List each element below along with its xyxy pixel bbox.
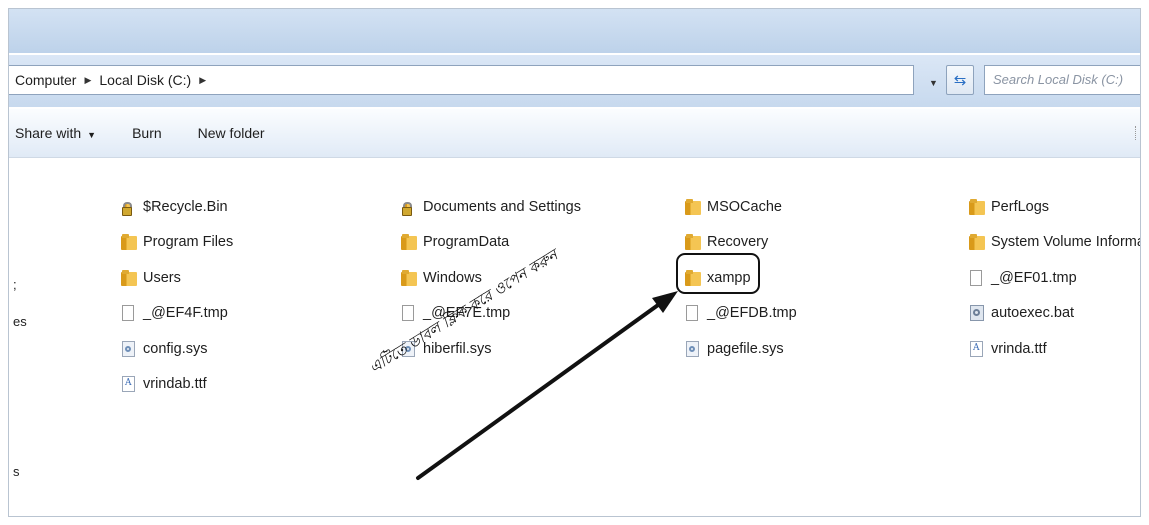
system-file-icon	[121, 340, 137, 357]
item-label: PerfLogs	[991, 198, 1050, 215]
file-icon	[121, 305, 137, 322]
locked-folder-icon	[401, 199, 417, 216]
item-label: _@EF4F.tmp	[143, 305, 228, 322]
file-column: PerfLogs System Volume Informat _@EF01.t…	[969, 189, 1141, 367]
list-item[interactable]: MSOCache	[685, 189, 797, 225]
list-item[interactable]: PerfLogs	[969, 189, 1140, 225]
list-item[interactable]: vrindab.ttf	[121, 367, 233, 403]
folder-icon	[401, 269, 417, 286]
nav-item-fragment[interactable]: s	[13, 464, 20, 479]
list-item[interactable]: autoexec.bat	[969, 296, 1140, 332]
item-label: _@EF01.tmp	[991, 269, 1077, 286]
item-label: config.sys	[143, 340, 208, 357]
file-column: $Recycle.Bin Program Files Users _@EF4F.…	[121, 189, 233, 402]
item-label: pagefile.sys	[707, 340, 784, 357]
nav-item-fragment[interactable]: es	[13, 314, 27, 329]
chevron-right-icon[interactable]: ▶	[84, 75, 91, 86]
file-icon	[685, 305, 701, 322]
folder-icon	[969, 198, 985, 215]
breadcrumb-computer[interactable]: Computer	[15, 72, 76, 88]
item-label: _@EFDB.tmp	[707, 305, 797, 322]
file-column: MSOCache Recovery xampp _@EFDB.tmp pagef…	[685, 189, 797, 367]
font-file-icon	[121, 376, 137, 393]
item-label: Recovery	[707, 234, 769, 251]
item-label: Windows	[423, 269, 482, 286]
chevron-down-icon: ▼	[87, 130, 97, 140]
list-item[interactable]: Documents and Settings	[401, 189, 581, 225]
file-icon	[401, 305, 417, 322]
search-input[interactable]: Search Local Disk (C:)	[984, 65, 1140, 95]
list-item[interactable]: config.sys	[121, 331, 233, 367]
list-item[interactable]: Program Files	[121, 225, 233, 261]
list-item[interactable]: vrinda.ttf	[969, 331, 1140, 367]
address-history-dropdown-icon[interactable]: ▼	[929, 78, 938, 88]
system-file-icon	[685, 340, 701, 357]
breadcrumb-local-disk[interactable]: Local Disk (C:)	[99, 72, 191, 88]
folder-icon	[685, 234, 701, 251]
item-label: vrindab.ttf	[143, 376, 207, 393]
list-item[interactable]: Recovery	[685, 225, 797, 261]
new-folder-button[interactable]: New folder	[198, 125, 265, 141]
item-label: MSOCache	[707, 198, 782, 215]
burn-button[interactable]: Burn	[132, 125, 162, 141]
list-item[interactable]: Users	[121, 260, 233, 296]
item-label: Program Files	[143, 234, 234, 251]
file-list: $Recycle.Bin Program Files Users _@EF4F.…	[95, 159, 1140, 516]
item-label: ProgramData	[423, 234, 510, 251]
folder-icon	[121, 269, 137, 286]
locked-folder-icon	[121, 199, 137, 216]
nav-item-fragment[interactable]: ;	[13, 277, 17, 292]
explorer-window: Computer ▶ Local Disk (C:) ▶ ▼ ⇆ Search …	[8, 8, 1141, 517]
refresh-icon: ⇆	[953, 72, 967, 89]
folder-icon	[401, 234, 417, 251]
toolbar-overflow-grip[interactable]	[1135, 126, 1140, 140]
refresh-button[interactable]: ⇆	[946, 65, 974, 95]
folder-icon	[685, 198, 701, 215]
share-with-button[interactable]: Share with ▼	[15, 125, 96, 141]
title-bar	[9, 9, 1140, 53]
item-label: vrinda.ttf	[991, 340, 1047, 357]
list-item[interactable]: pagefile.sys	[685, 331, 797, 367]
list-item[interactable]: _@EF4F.tmp	[121, 296, 233, 332]
batch-file-icon	[969, 305, 985, 322]
folder-icon	[969, 234, 985, 251]
command-bar: Share with ▼ Burn New folder	[9, 109, 1140, 158]
chevron-right-icon[interactable]: ▶	[199, 75, 206, 86]
item-label: System Volume Informat	[991, 234, 1141, 251]
folder-icon	[685, 269, 701, 286]
file-icon	[969, 269, 985, 286]
item-label: xampp	[707, 269, 751, 286]
breadcrumb[interactable]: Computer ▶ Local Disk (C:) ▶	[9, 65, 914, 95]
navigation-pane[interactable]: ; es s	[9, 159, 96, 516]
list-item[interactable]: System Volume Informat	[969, 225, 1141, 261]
address-row: Computer ▶ Local Disk (C:) ▶ ▼ ⇆ Search …	[9, 55, 1140, 107]
folder-icon	[121, 234, 137, 251]
font-file-icon	[969, 340, 985, 357]
list-item-xampp[interactable]: xampp	[685, 260, 797, 296]
list-item[interactable]: $Recycle.Bin	[121, 189, 233, 225]
list-item[interactable]: _@EF01.tmp	[969, 260, 1140, 296]
list-item[interactable]: _@EFDB.tmp	[685, 296, 797, 332]
item-label: $Recycle.Bin	[143, 198, 228, 215]
share-with-label: Share with	[15, 125, 82, 141]
item-label: autoexec.bat	[991, 305, 1075, 322]
item-label: Documents and Settings	[423, 198, 581, 215]
item-label: Users	[143, 269, 181, 286]
